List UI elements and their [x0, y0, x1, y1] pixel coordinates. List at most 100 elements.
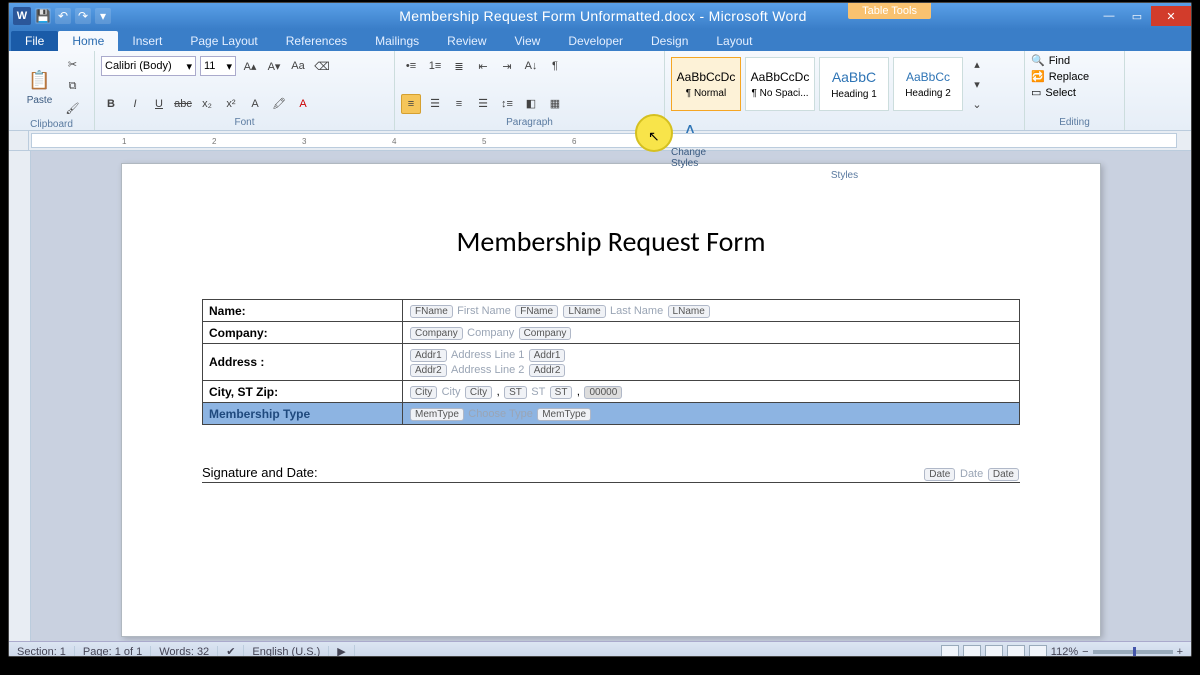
multilevel-icon[interactable]: ≣ [449, 56, 469, 76]
select-icon: ▭ [1031, 86, 1041, 99]
bullets-icon[interactable]: •≡ [401, 56, 421, 76]
italic-icon[interactable]: I [125, 94, 145, 114]
qat-dropdown-icon[interactable]: ▾ [95, 8, 111, 24]
tab-view[interactable]: View [501, 31, 555, 51]
show-marks-icon[interactable]: ¶ [545, 56, 565, 76]
view-print-layout-icon[interactable] [941, 645, 959, 658]
superscript-icon[interactable]: x² [221, 94, 241, 114]
field-name[interactable]: FName First Name FName LName Last Name L… [403, 300, 1020, 322]
vertical-ruler[interactable] [9, 151, 31, 641]
paste-icon: 📋 [26, 66, 54, 94]
tab-home[interactable]: Home [58, 31, 118, 51]
row-address: Address : Addr1 Address Line 1 Addr1 Add… [203, 344, 1020, 381]
field-city[interactable]: City City City , ST ST ST , 00000 [403, 381, 1020, 403]
find-button[interactable]: 🔍Find [1031, 54, 1070, 67]
document-area: Membership Request Form Name: FName Firs… [9, 151, 1191, 641]
replace-button[interactable]: 🔁Replace [1031, 70, 1089, 83]
signature-row: Signature and Date: Date Date Date [202, 465, 1020, 483]
field-company[interactable]: Company Company Company [403, 322, 1020, 344]
view-full-screen-icon[interactable] [963, 645, 981, 658]
field-address[interactable]: Addr1 Address Line 1 Addr1 Addr2 Address… [403, 344, 1020, 381]
font-name-select[interactable]: Calibri (Body)▾ [101, 56, 196, 76]
zoom-out-icon[interactable]: − [1082, 646, 1088, 658]
view-outline-icon[interactable] [1007, 645, 1025, 658]
style-no-spacing[interactable]: AaBbCcDc ¶ No Spaci... [745, 57, 815, 111]
tab-mailings[interactable]: Mailings [361, 31, 433, 51]
style-normal[interactable]: AaBbCcDc ¶ Normal [671, 57, 741, 111]
row-company: Company: Company Company Company [203, 322, 1020, 344]
indent-inc-icon[interactable]: ⇥ [497, 56, 517, 76]
qat-save-icon[interactable]: 💾 [35, 8, 51, 24]
font-size-select[interactable]: 11▾ [200, 56, 236, 76]
status-language[interactable]: English (U.S.) [244, 646, 329, 658]
clear-format-icon[interactable]: ⌫ [312, 56, 332, 76]
paste-button[interactable]: 📋 Paste [21, 66, 59, 106]
status-zoom[interactable]: 112% [1051, 646, 1078, 658]
form-table: Name: FName First Name FName LName Last … [202, 299, 1020, 425]
cursor-icon: ↖ [648, 128, 660, 145]
view-web-icon[interactable] [985, 645, 1003, 658]
style-gallery-up-icon[interactable]: ▴ [967, 54, 987, 74]
horizontal-ruler[interactable]: 1234567 [31, 133, 1177, 148]
style-heading-2[interactable]: AaBbCc Heading 2 [893, 57, 963, 111]
ribbon-tabs: File Home Insert Page Layout References … [9, 29, 1191, 51]
qat-undo-icon[interactable]: ↶ [55, 8, 71, 24]
field-memtype[interactable]: MemType Choose Type MemType [403, 403, 1020, 425]
maximize-button[interactable]: ▭ [1123, 6, 1151, 26]
status-macro-icon[interactable]: ▶ [329, 645, 354, 657]
signature-date-field[interactable]: Date Date Date [923, 465, 1020, 481]
zoom-in-icon[interactable]: + [1177, 646, 1183, 658]
status-words[interactable]: Words: 32 [151, 646, 218, 658]
close-button[interactable]: ✕ [1151, 6, 1191, 26]
numbering-icon[interactable]: 1≡ [425, 56, 445, 76]
align-right-icon[interactable]: ≡ [449, 94, 469, 114]
borders-icon[interactable]: ▦ [545, 94, 565, 114]
shrink-font-icon[interactable]: A▾ [264, 56, 284, 76]
document-page[interactable]: Membership Request Form Name: FName Firs… [121, 163, 1101, 637]
grow-font-icon[interactable]: A▴ [240, 56, 260, 76]
change-case-icon[interactable]: Aa [288, 56, 308, 76]
group-font: Font [101, 116, 388, 130]
subscript-icon[interactable]: x₂ [197, 94, 217, 114]
tab-layout[interactable]: Layout [702, 31, 766, 51]
justify-icon[interactable]: ☰ [473, 94, 493, 114]
table-tools-tab[interactable]: Table Tools [848, 3, 931, 19]
tab-design[interactable]: Design [637, 31, 702, 51]
tab-page-layout[interactable]: Page Layout [176, 31, 271, 51]
select-button[interactable]: ▭Select [1031, 86, 1076, 99]
qat-redo-icon[interactable]: ↷ [75, 8, 91, 24]
status-section[interactable]: Section: 1 [9, 646, 75, 658]
tab-file[interactable]: File [11, 31, 58, 51]
style-gallery-down-icon[interactable]: ▾ [967, 74, 987, 94]
cut-icon[interactable]: ✂ [63, 54, 83, 74]
strike-icon[interactable]: abc [173, 94, 193, 114]
text-effects-icon[interactable]: A [245, 94, 265, 114]
tab-review[interactable]: Review [433, 31, 500, 51]
highlight-icon[interactable]: 🖍 [269, 94, 289, 114]
align-left-icon[interactable]: ≡ [401, 94, 421, 114]
find-icon: 🔍 [1031, 54, 1045, 67]
copy-icon[interactable]: ⧉ [63, 76, 83, 96]
indent-dec-icon[interactable]: ⇤ [473, 56, 493, 76]
bold-icon[interactable]: B [101, 94, 121, 114]
minimize-button[interactable]: — [1095, 6, 1123, 26]
shading-icon[interactable]: ◧ [521, 94, 541, 114]
status-proof-icon[interactable]: ✔ [218, 645, 244, 657]
status-page[interactable]: Page: 1 of 1 [75, 646, 151, 658]
align-center-icon[interactable]: ☰ [425, 94, 445, 114]
zoom-slider[interactable] [1093, 650, 1173, 654]
ruler-corner [9, 131, 29, 150]
tab-developer[interactable]: Developer [554, 31, 637, 51]
tab-references[interactable]: References [272, 31, 361, 51]
font-color-icon[interactable]: A [293, 94, 313, 114]
line-spacing-icon[interactable]: ↕≡ [497, 94, 517, 114]
view-draft-icon[interactable] [1029, 645, 1047, 658]
sort-icon[interactable]: A↓ [521, 56, 541, 76]
tab-insert[interactable]: Insert [118, 31, 176, 51]
underline-icon[interactable]: U [149, 94, 169, 114]
page-scroll[interactable]: Membership Request Form Name: FName Firs… [31, 151, 1191, 641]
style-heading-1[interactable]: AaBbC Heading 1 [819, 57, 889, 111]
format-painter-icon[interactable]: 🖌 [63, 98, 83, 118]
status-bar: Section: 1 Page: 1 of 1 Words: 32 ✔ Engl… [9, 641, 1191, 657]
style-gallery-more-icon[interactable]: ⌄ [967, 94, 987, 114]
